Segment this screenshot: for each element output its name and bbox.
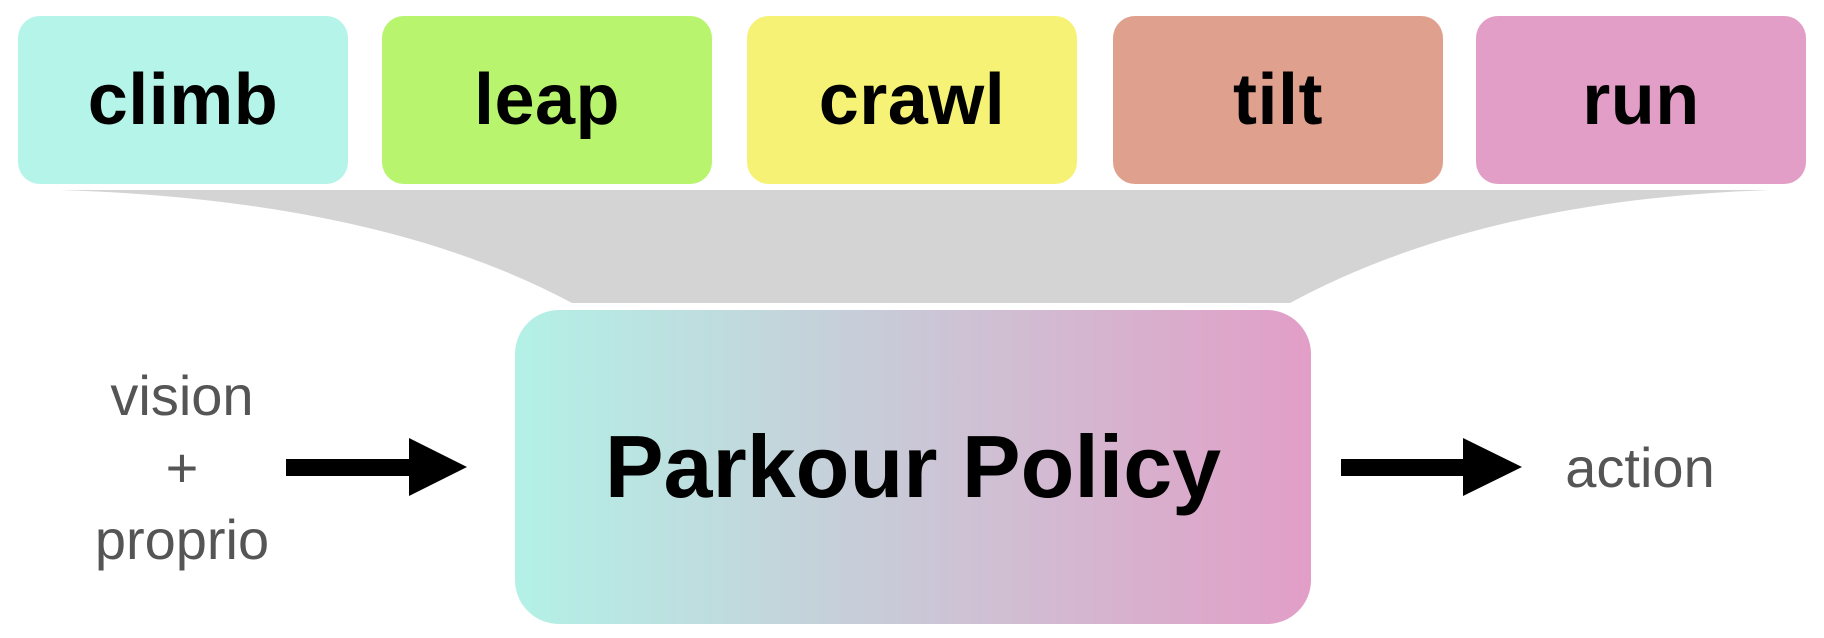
funnel-shape xyxy=(60,190,1770,303)
skill-box-run: run xyxy=(1476,16,1806,184)
skill-label-leap: leap xyxy=(473,60,621,140)
skill-box-crawl: crawl xyxy=(747,16,1077,184)
output-action-text: action xyxy=(1565,436,1715,499)
input-label: vision + proprio xyxy=(72,360,292,576)
output-label: action xyxy=(1540,432,1740,504)
input-plus-text: + xyxy=(165,436,199,499)
skill-box-leap: leap xyxy=(382,16,712,184)
input-proprio-text: proprio xyxy=(94,508,270,571)
input-vision-text: vision xyxy=(110,364,254,427)
policy-label: Parkour Policy xyxy=(604,417,1222,516)
skill-label-climb: climb xyxy=(87,60,279,140)
skill-label-run: run xyxy=(1582,60,1700,140)
skill-box-climb: climb xyxy=(18,16,348,184)
skill-box-tilt: tilt xyxy=(1113,16,1443,184)
skill-label-tilt: tilt xyxy=(1233,60,1323,140)
parkour-policy-box: Parkour Policy xyxy=(515,310,1311,624)
skill-label-crawl: crawl xyxy=(818,60,1006,140)
